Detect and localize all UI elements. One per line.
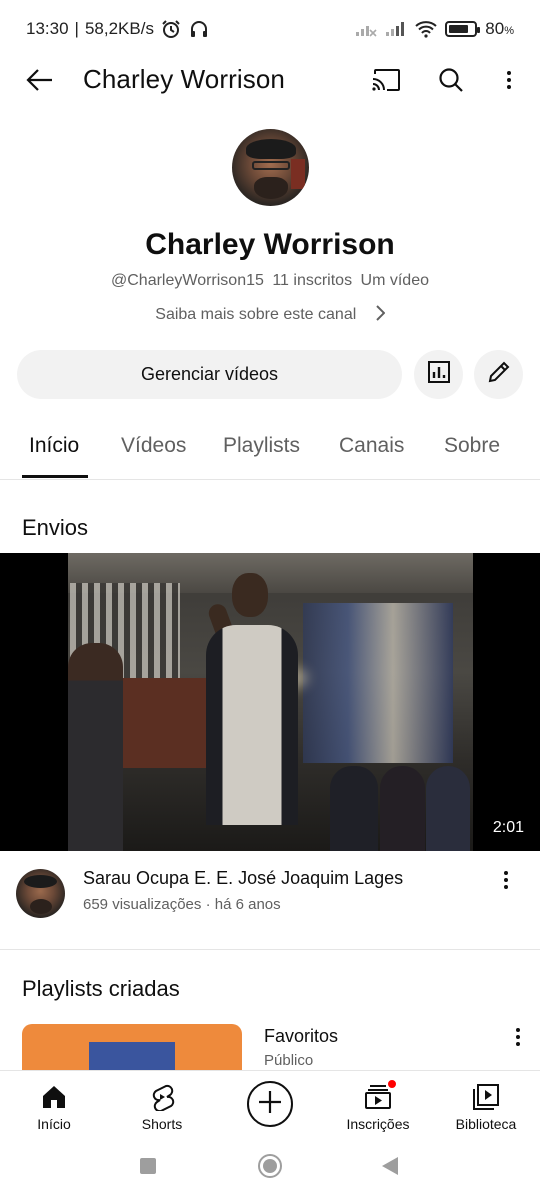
notification-dot (387, 1079, 397, 1089)
channel-meta: @CharleyWorrison15 11 inscritos Um vídeo (0, 272, 540, 290)
bottom-navigation: Início Shorts Inscrições Biblioteca (0, 1070, 540, 1135)
search-icon[interactable] (433, 62, 469, 98)
video-thumbnail[interactable]: 2:01 (0, 553, 540, 851)
recents-square-icon[interactable] (140, 1158, 156, 1174)
active-tab-indicator (22, 475, 88, 478)
app-bar: Charley Worrison (0, 58, 540, 104)
tab-canais[interactable]: Canais (339, 434, 404, 458)
video-title[interactable]: Sarau Ocupa E. E. José Joaquim Lages (83, 868, 403, 889)
headphones-icon (188, 19, 210, 39)
more-vert-icon[interactable] (491, 62, 527, 98)
analytics-icon (427, 360, 451, 389)
status-separator: | (74, 19, 79, 38)
system-navigation (0, 1135, 540, 1200)
library-icon (472, 1079, 500, 1115)
edit-channel-button[interactable] (474, 350, 523, 399)
channel-avatar[interactable] (232, 129, 309, 206)
video-channel-avatar[interactable] (16, 869, 65, 918)
nav-shorts[interactable]: Shorts (108, 1071, 216, 1136)
shorts-icon (149, 1079, 175, 1115)
manage-videos-button[interactable]: Gerenciar vídeos (17, 350, 402, 399)
playlists-section-title: Playlists criadas (22, 976, 180, 1001)
channel-video-count: Um vídeo (360, 272, 429, 289)
create-button[interactable] (247, 1081, 293, 1127)
nav-home[interactable]: Início (0, 1071, 108, 1136)
nav-library[interactable]: Biblioteca (432, 1071, 540, 1136)
tab-sobre[interactable]: Sobre (444, 434, 500, 458)
wifi-icon (415, 19, 437, 39)
uploads-section-title: Envios (22, 515, 89, 540)
battery-icon (445, 21, 481, 37)
status-bar: 13:30 | 58,2KB/s 80% (0, 0, 540, 58)
back-arrow-icon[interactable] (22, 62, 58, 98)
chevron-right-icon (375, 305, 386, 326)
playlist-visibility: Público (264, 1052, 314, 1069)
playlist-thumbnail[interactable] (22, 1024, 242, 1074)
channel-about-label: Saiba mais sobre este canal (155, 306, 357, 323)
app-bar-title: Charley Worrison (83, 64, 285, 94)
tab-videos[interactable]: Vídeos (121, 434, 186, 458)
tab-inicio[interactable]: Início (29, 434, 79, 458)
nav-subscriptions[interactable]: Inscrições (324, 1071, 432, 1136)
nav-subscriptions-label: Inscrições (346, 1116, 410, 1132)
alarm-icon (160, 19, 182, 39)
playlist-more-vert-icon[interactable] (506, 1022, 530, 1052)
cast-icon[interactable] (368, 62, 404, 98)
channel-tabs: Início Vídeos Playlists Canais Sobre (0, 418, 540, 480)
home-circle-icon[interactable] (258, 1154, 282, 1178)
edit-pencil-icon (486, 359, 512, 390)
signal-x-icon (355, 19, 377, 39)
channel-name: Charley Worrison (145, 228, 395, 261)
video-meta: 659 visualizações · há 6 anos (83, 896, 281, 913)
video-more-vert-icon[interactable] (494, 865, 518, 895)
home-icon (41, 1079, 67, 1115)
nav-library-label: Biblioteca (455, 1116, 517, 1132)
channel-subscribers: 11 inscritos (272, 272, 353, 289)
battery-percent: 80% (485, 19, 514, 38)
status-time: 13:30 (26, 19, 69, 38)
channel-about-link[interactable]: Saiba mais sobre este canal (0, 305, 540, 326)
section-divider (0, 949, 540, 950)
subscriptions-icon (364, 1079, 397, 1115)
playlist-title[interactable]: Favoritos (264, 1026, 338, 1047)
video-duration: 2:01 (492, 819, 524, 836)
status-net-speed: 58,2KB/s (84, 19, 154, 38)
tab-playlists[interactable]: Playlists (223, 434, 300, 458)
nav-home-label: Início (37, 1116, 71, 1132)
nav-shorts-label: Shorts (141, 1116, 183, 1132)
signal-icon (385, 19, 407, 39)
back-triangle-icon[interactable] (382, 1157, 398, 1175)
analytics-button[interactable] (414, 350, 463, 399)
channel-handle: @CharleyWorrison15 (111, 272, 264, 289)
create-plus-icon (257, 1089, 283, 1120)
